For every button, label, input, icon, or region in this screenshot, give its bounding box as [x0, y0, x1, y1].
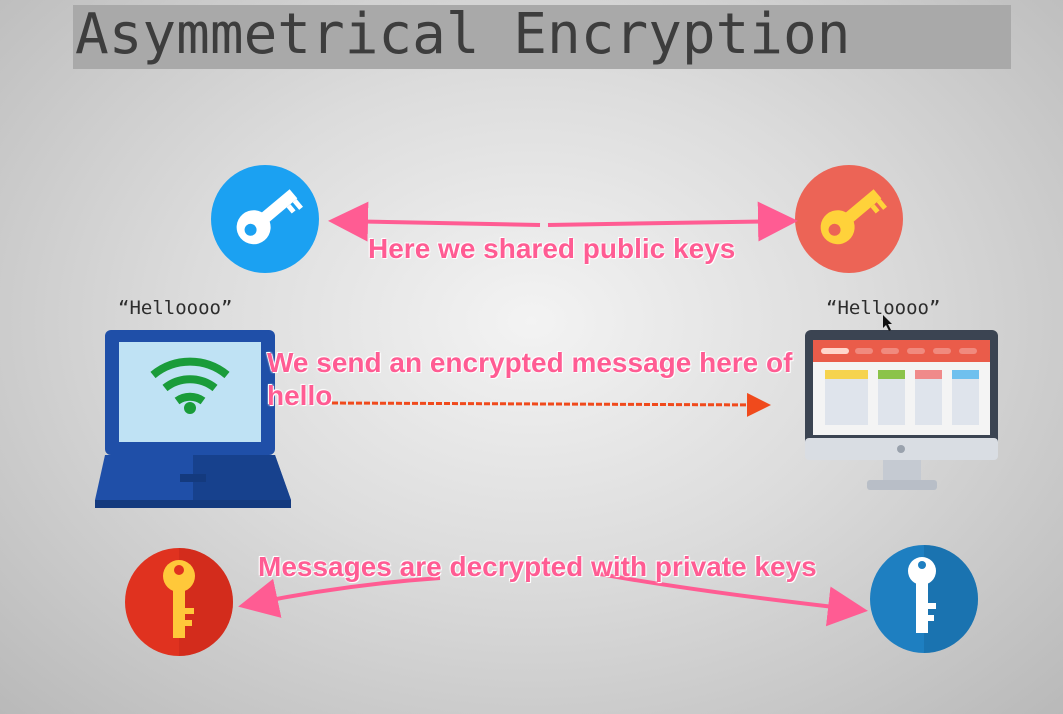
- annotation-public-keys: Here we shared public keys: [368, 233, 736, 264]
- annotation-private-keys: Messages are decrypted with private keys: [258, 551, 817, 582]
- annotation-encrypted-line2: hello: [267, 380, 333, 411]
- sender-message-text: “Helloooo”: [118, 297, 233, 319]
- encrypted-message-arrow: [331, 392, 771, 417]
- public-key-arrow-left: [328, 201, 541, 242]
- receiver-message-text: “Helloooo”: [826, 297, 941, 319]
- public-key-arrow-right: [547, 201, 798, 242]
- annotation-encrypted-line1: We send an encrypted message here of: [267, 347, 793, 378]
